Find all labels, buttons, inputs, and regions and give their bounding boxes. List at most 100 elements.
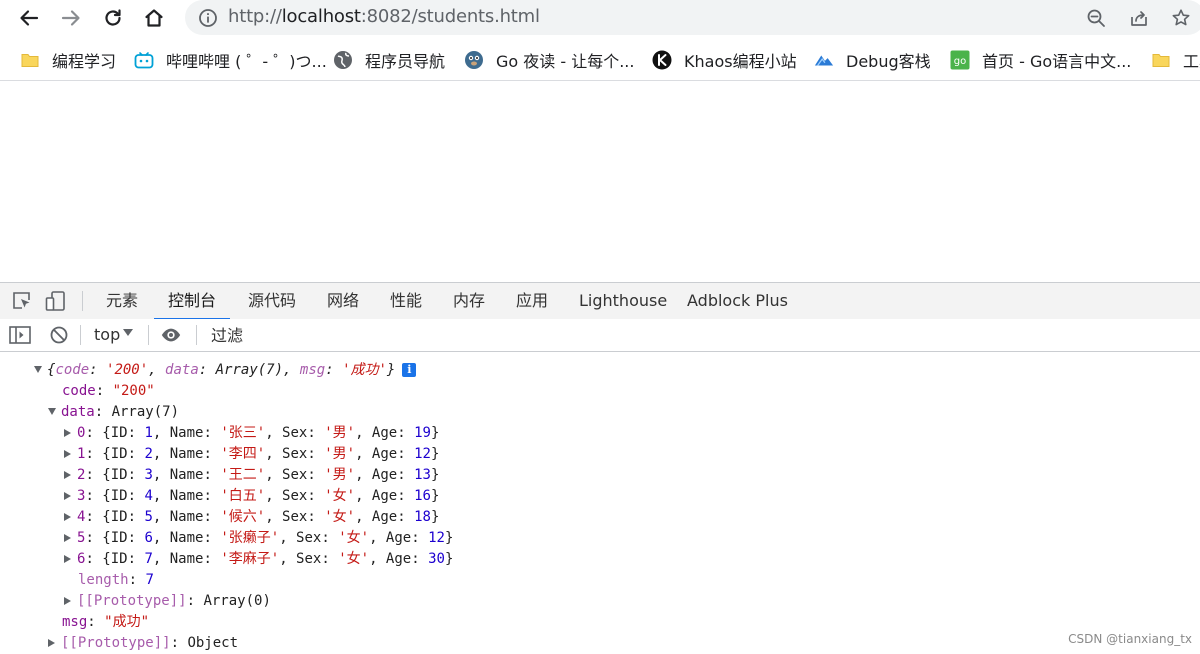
length-value: 7 xyxy=(145,572,154,588)
code-value: "200" xyxy=(112,383,155,399)
folder-icon xyxy=(1151,50,1171,70)
browser-toolbar: http://localhost:8082/students.html xyxy=(0,0,1200,36)
forward-button[interactable] xyxy=(56,3,86,33)
row-id: 6 xyxy=(144,530,153,546)
url-host: localhost xyxy=(281,6,361,27)
filter-input[interactable] xyxy=(203,323,1200,347)
page-content xyxy=(0,81,1200,282)
row-name: '白五' xyxy=(220,488,266,504)
info-icon[interactable]: i xyxy=(402,363,417,377)
bookmark-star-button[interactable] xyxy=(1169,6,1193,30)
address-bar[interactable]: http://localhost:8082/students.html xyxy=(185,0,1200,35)
tab-network[interactable]: 网络 xyxy=(327,283,359,319)
tab-adblock-plus[interactable]: Adblock Plus xyxy=(687,283,788,319)
tab-memory[interactable]: 内存 xyxy=(453,283,485,319)
devtools-tab-bar: 元素 控制台 源代码 网络 性能 内存 应用 Lighthouse Adbloc… xyxy=(0,282,1200,320)
tab-console[interactable]: 控制台 xyxy=(153,283,231,320)
bookmark-folder-tools[interactable]: 工具 xyxy=(1151,48,1200,72)
share-button[interactable] xyxy=(1127,6,1151,30)
live-expression-button[interactable] xyxy=(160,325,182,345)
collapse-triangle-icon[interactable] xyxy=(64,597,71,605)
student-row[interactable]: 2: {ID: 3, Name: '王二', Sex: '男', Age: 13… xyxy=(64,465,439,486)
student-row[interactable]: 1: {ID: 2, Name: '李四', Sex: '男', Age: 12… xyxy=(64,444,439,465)
globe-icon xyxy=(333,50,353,70)
share-icon xyxy=(1131,11,1147,26)
row-name: '李麻子' xyxy=(220,551,280,567)
bookmark-khaos[interactable]: Khaos编程小站 xyxy=(652,48,797,72)
row-id: 5 xyxy=(144,509,153,525)
collapse-triangle-icon[interactable] xyxy=(64,534,71,542)
prop-object-prototype[interactable]: [[Prototype]]: Object xyxy=(48,633,238,654)
svg-text:go: go xyxy=(954,56,966,67)
clear-console-button[interactable] xyxy=(48,325,70,345)
tab-performance[interactable]: 性能 xyxy=(390,283,422,319)
inspect-element-button[interactable] xyxy=(11,291,33,311)
collapse-triangle-icon[interactable] xyxy=(64,555,71,563)
tab-application[interactable]: 应用 xyxy=(516,283,548,319)
row-sex: '女' xyxy=(338,551,370,567)
collapse-triangle-icon[interactable] xyxy=(48,639,55,647)
student-row[interactable]: 4: {ID: 5, Name: '候六', Sex: '女', Age: 18… xyxy=(64,507,439,528)
bookmarks-bar: 编程学习 哔哩哔哩 ( ゜- ゜)つ... 程序员导航 Go 夜读 - 让每个.… xyxy=(0,40,1200,81)
bookmark-label: 首页 - Go语言中文... xyxy=(982,52,1132,71)
collapse-triangle-icon[interactable] xyxy=(64,450,71,458)
row-index: 0 xyxy=(77,425,86,441)
row-index: 3 xyxy=(77,488,86,504)
summary-code: '200' xyxy=(106,362,149,378)
expand-triangle-icon[interactable] xyxy=(48,408,56,415)
tab-elements[interactable]: 元素 xyxy=(106,283,138,319)
bookmark-label: Khaos编程小站 xyxy=(684,52,797,71)
row-name: '张癞子' xyxy=(220,530,280,546)
zoom-button[interactable] xyxy=(1084,6,1108,30)
bookmark-go-cn-home[interactable]: go 首页 - Go语言中文... xyxy=(950,48,1131,72)
collapse-triangle-icon[interactable] xyxy=(64,513,71,521)
reload-button[interactable] xyxy=(98,3,128,33)
collapse-triangle-icon[interactable] xyxy=(64,492,71,500)
info-icon[interactable] xyxy=(198,8,218,28)
expand-triangle-icon[interactable] xyxy=(34,366,42,373)
row-name: '李四' xyxy=(220,446,266,462)
row-sex: '女' xyxy=(324,488,356,504)
inspect-icon xyxy=(13,292,30,309)
console-toolbar: top xyxy=(0,319,1200,352)
home-button[interactable] xyxy=(139,3,169,33)
tab-sources[interactable]: 源代码 xyxy=(248,283,296,319)
prop-array-prototype[interactable]: [[Prototype]]: Array(0) xyxy=(64,591,271,612)
student-row[interactable]: 0: {ID: 1, Name: '张三', Sex: '男', Age: 19… xyxy=(64,423,439,444)
student-row[interactable]: 3: {ID: 4, Name: '白五', Sex: '女', Age: 16… xyxy=(64,486,439,507)
devtools-panel: 元素 控制台 源代码 网络 性能 内存 应用 Lighthouse Adbloc… xyxy=(0,282,1200,652)
bookmark-debug-inn[interactable]: Debug客栈 xyxy=(814,48,931,72)
back-arrow-icon xyxy=(20,10,39,26)
forward-arrow-icon xyxy=(61,10,80,26)
bookmark-programmer-nav[interactable]: 程序员导航 xyxy=(333,48,445,72)
show-sidebar-button[interactable] xyxy=(9,325,31,345)
bookmark-label: Debug客栈 xyxy=(846,52,931,71)
url-text[interactable]: http://localhost:8082/students.html xyxy=(228,6,540,28)
summary-data: Array(7) xyxy=(215,362,284,378)
row-age: 19 xyxy=(414,425,431,441)
reload-icon xyxy=(105,9,121,26)
row-sex: '女' xyxy=(324,509,356,525)
log-object-summary[interactable]: {code: '200', data: Array(7), msg: '成功'}… xyxy=(34,360,417,381)
context-selector[interactable]: top xyxy=(94,324,120,346)
tab-lighthouse[interactable]: Lighthouse xyxy=(579,283,667,319)
bookmark-go-night-read[interactable]: Go 夜读 - 让每个... xyxy=(464,48,634,72)
back-button[interactable] xyxy=(14,3,44,33)
row-id: 2 xyxy=(144,446,153,462)
row-age: 12 xyxy=(414,446,431,462)
row-id: 1 xyxy=(144,425,153,441)
student-row[interactable]: 6: {ID: 7, Name: '李麻子', Sex: '女', Age: 3… xyxy=(64,549,453,570)
row-sex: '男' xyxy=(324,467,356,483)
object-prototype-value: Object xyxy=(187,635,239,651)
bookmark-bilibili[interactable]: 哔哩哔哩 ( ゜- ゜)つ... xyxy=(134,48,327,72)
prop-data[interactable]: data: Array(7) xyxy=(48,402,179,423)
collapse-triangle-icon[interactable] xyxy=(64,429,71,437)
watermark: CSDN @tianxiang_tx xyxy=(1068,632,1192,646)
collapse-triangle-icon[interactable] xyxy=(64,471,71,479)
divider xyxy=(80,325,81,345)
device-toolbar-button[interactable] xyxy=(45,291,67,311)
eye-icon xyxy=(161,328,181,342)
student-row[interactable]: 5: {ID: 6, Name: '张癞子', Sex: '女', Age: 1… xyxy=(64,528,453,549)
home-icon xyxy=(145,9,163,27)
bookmark-folder-coding[interactable]: 编程学习 xyxy=(20,48,116,72)
